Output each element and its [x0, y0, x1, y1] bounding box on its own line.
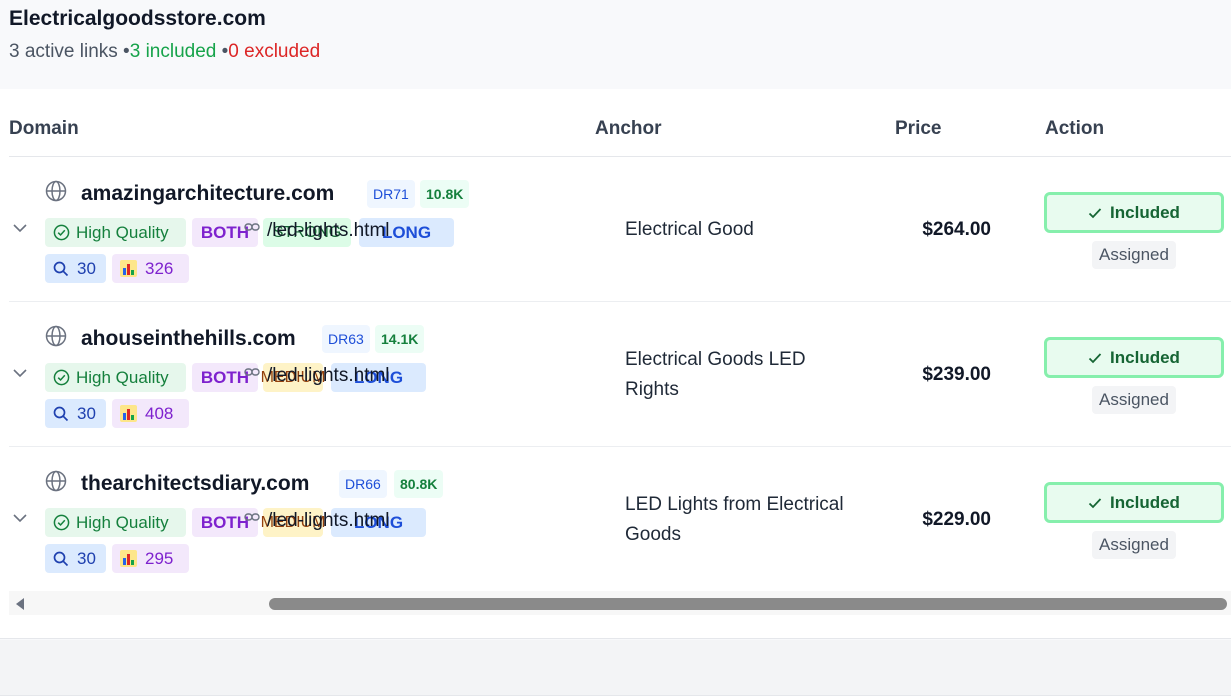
included-count: 3 included: [129, 41, 217, 62]
anchor-text: Electrical Good: [625, 219, 754, 240]
quality-badge: High Quality: [45, 218, 186, 247]
column-header-domain[interactable]: Domain: [9, 118, 79, 140]
domain-name[interactable]: thearchitectsdiary.com: [81, 472, 309, 496]
included-button-label: Included: [1110, 492, 1180, 512]
bar-chart-icon: [120, 550, 137, 567]
assigned-badge: Assigned: [1092, 531, 1176, 559]
included-button[interactable]: Included: [1044, 482, 1224, 523]
included-button[interactable]: Included: [1044, 337, 1224, 378]
check-circle-icon: [53, 224, 70, 241]
price: $239.00: [922, 364, 991, 385]
table-row: amazingarchitecture.com DR71 10.8K High …: [9, 157, 1231, 302]
bar-chart-icon: [120, 405, 137, 422]
scrollbar-thumb[interactable]: [269, 598, 1227, 610]
dr-badge: DR66: [339, 470, 387, 498]
target-url[interactable]: /led-lights.html: [267, 365, 390, 387]
check-circle-icon: [53, 369, 70, 386]
search-icon: [53, 261, 69, 276]
excluded-count: 0 excluded: [228, 41, 321, 62]
domain-name[interactable]: ahouseinthehills.com: [81, 327, 296, 351]
target-url[interactable]: /led-lights.html: [267, 510, 390, 532]
site-header: Electricalgoodsstore.com 3 active links …: [0, 0, 1231, 89]
anchor-text: Electrical Goods LED Rights: [625, 349, 806, 400]
traffic-badge: 10.8K: [420, 180, 470, 208]
search-count: 30: [77, 548, 96, 568]
quality-badge: High Quality: [45, 363, 186, 392]
table-header: Domain Anchor Price Action: [9, 89, 1231, 157]
metric-value: 326: [145, 258, 174, 278]
metric-value: 408: [145, 403, 174, 423]
metric-badge: 408: [112, 399, 189, 428]
check-icon: [1088, 352, 1102, 363]
chevron-down-icon[interactable]: [12, 220, 28, 236]
search-count-badge: 30: [45, 399, 106, 428]
assigned-badge: Assigned: [1092, 241, 1176, 269]
table-row: thearchitectsdiary.com DR66 80.8K High Q…: [9, 447, 1231, 592]
horizontal-scrollbar[interactable]: [9, 591, 1231, 615]
globe-icon: [45, 325, 67, 347]
active-links-count: 3 active links: [9, 41, 118, 62]
included-button[interactable]: Included: [1044, 192, 1224, 233]
dr-badge: DR71: [367, 180, 415, 208]
target-url[interactable]: /led-lights.html: [267, 220, 390, 242]
column-header-price[interactable]: Price: [895, 118, 941, 140]
anchor-text: LED Lights from Electrical Goods: [625, 494, 844, 545]
metric-badge: 295: [112, 544, 189, 573]
globe-icon: [45, 180, 67, 202]
domain-name[interactable]: amazingarchitecture.com: [81, 182, 334, 206]
traffic-badge: 80.8K: [394, 470, 444, 498]
dr-badge: DR63: [322, 325, 370, 353]
search-icon: [53, 551, 69, 566]
link-icon: [244, 223, 260, 231]
assigned-badge: Assigned: [1092, 386, 1176, 414]
search-count-badge: 30: [45, 254, 106, 283]
site-title: Electricalgoodsstore.com: [9, 7, 266, 30]
column-header-anchor[interactable]: Anchor: [595, 118, 662, 140]
included-button-label: Included: [1110, 347, 1180, 367]
bar-chart-icon: [120, 260, 137, 277]
footer-bar: [0, 640, 1231, 696]
search-count: 30: [77, 258, 96, 278]
globe-icon: [45, 470, 67, 492]
table-row: ahouseinthehills.com DR63 14.1K High Qua…: [9, 302, 1231, 447]
metric-value: 295: [145, 548, 174, 568]
site-stats: 3 active links •3 included •0 excluded: [9, 41, 320, 63]
quality-label: High Quality: [76, 222, 169, 242]
quality-badge: High Quality: [45, 508, 186, 537]
link-icon: [244, 368, 260, 376]
separator: •: [117, 41, 130, 62]
chevron-down-icon[interactable]: [12, 510, 28, 526]
check-icon: [1088, 497, 1102, 508]
price: $264.00: [922, 219, 991, 240]
check-icon: [1088, 207, 1102, 218]
separator: •: [216, 41, 229, 62]
search-count-badge: 30: [45, 544, 106, 573]
check-circle-icon: [53, 514, 70, 531]
scroll-left-arrow-icon[interactable]: [16, 598, 24, 610]
traffic-badge: 14.1K: [375, 325, 425, 353]
column-header-action: Action: [1045, 118, 1105, 139]
quality-label: High Quality: [76, 367, 169, 387]
metric-badge: 326: [112, 254, 189, 283]
links-table-panel: Domain Anchor Price Action amazingarchit…: [0, 89, 1231, 639]
quality-label: High Quality: [76, 512, 169, 532]
included-button-label: Included: [1110, 202, 1180, 222]
link-icon: [244, 513, 260, 521]
search-count: 30: [77, 403, 96, 423]
price: $229.00: [922, 509, 991, 530]
search-icon: [53, 406, 69, 421]
chevron-down-icon[interactable]: [12, 365, 28, 381]
